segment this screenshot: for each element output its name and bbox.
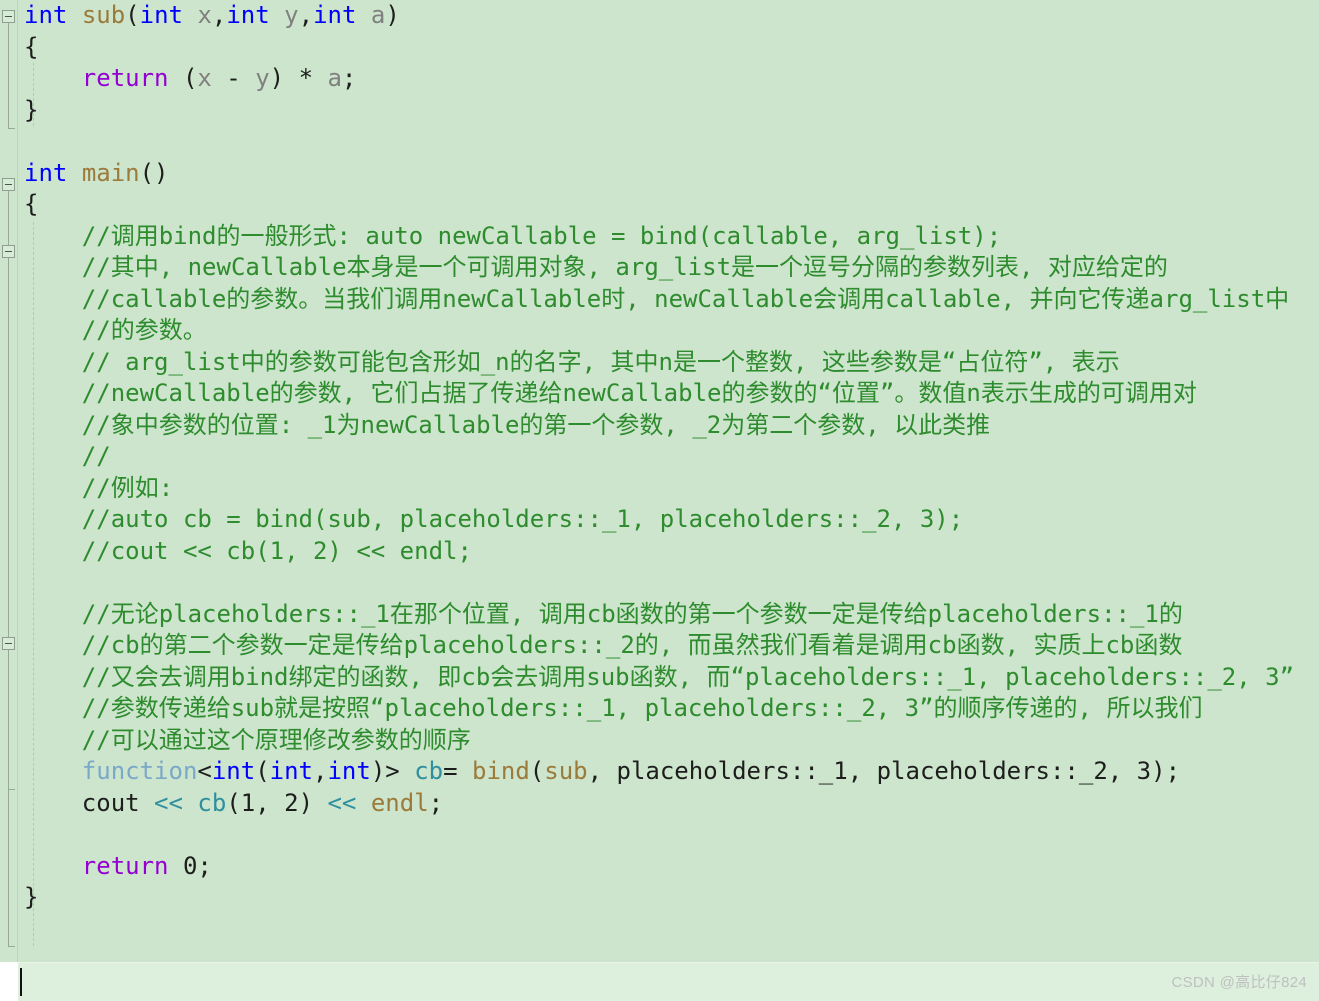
code-line-14[interactable]: //象中参数的位置: _1为newCallable的第一个参数, _2为第二个参… — [0, 410, 1319, 442]
code-line-4[interactable]: } — [0, 95, 1319, 127]
active-line-highlight[interactable] — [18, 962, 1319, 1001]
code-line-27[interactable] — [0, 819, 1319, 851]
token-bind: bind — [472, 757, 530, 785]
token-return: return — [81, 64, 169, 92]
code-line-13[interactable]: //newCallable的参数, 它们占据了传递给newCallable的参数… — [0, 378, 1319, 410]
code-text[interactable]: int sub(int x,int y,int a) { return (x -… — [0, 0, 1319, 914]
code-line-5[interactable] — [0, 126, 1319, 158]
comment-text: // arg_list中的参数可能包含形如_n的名字, 其中n是一个整数, 这些… — [81, 347, 1120, 376]
token-function-name: main — [81, 158, 140, 187]
code-line-22[interactable]: //又会去调用bind绑定的函数, 即cb会去调用sub函数, 而“placeh… — [0, 662, 1319, 694]
code-line-11[interactable]: //的参数。 — [0, 315, 1319, 347]
code-line-10[interactable]: //callable的参数。当我们调用newCallable时, newCall… — [0, 284, 1319, 316]
token-endl: endl — [370, 788, 429, 817]
code-line-2[interactable]: { — [0, 32, 1319, 64]
code-line-8[interactable]: //调用bind的一般形式: auto newCallable = bind(c… — [0, 221, 1319, 253]
fold-toggle-comment-block-2[interactable] — [2, 637, 15, 650]
token-sub: sub — [544, 757, 588, 785]
comment-text: //的参数。 — [81, 316, 207, 344]
fold-end-main — [8, 946, 15, 947]
token-type-function: function — [81, 757, 198, 785]
comment-text: //象中参数的位置: _1为newCallable的第一个参数, _2为第二个参… — [81, 410, 991, 439]
comment-text: //又会去调用bind绑定的函数, 即cb会去调用sub函数, 而“placeh… — [81, 662, 1295, 691]
fold-gutter[interactable] — [0, 0, 18, 962]
comment-text: //无论placeholders::_1在那个位置, 调用cb函数的第一个参数一… — [81, 599, 1183, 628]
fold-toggle-sub[interactable] — [2, 10, 15, 23]
token-stream-op: << — [154, 788, 183, 817]
code-line-15[interactable]: // — [0, 441, 1319, 473]
fold-spine-sub — [8, 22, 9, 128]
token-identifier-cb: cb — [414, 757, 444, 785]
comment-text: //cout << cb(1, 2) << endl; — [81, 536, 472, 565]
token-identifier-cb: cb — [197, 788, 227, 817]
fold-end-sub — [8, 128, 15, 129]
code-line-6[interactable]: int main() — [0, 158, 1319, 190]
token-stream-op: << — [327, 788, 357, 817]
watermark-label: CSDN @高比仔824 — [1171, 974, 1307, 991]
code-line-19[interactable] — [0, 567, 1319, 599]
fold-spine-main — [8, 190, 9, 946]
comment-text: //例如: — [81, 473, 174, 502]
code-line-18[interactable]: //cout << cb(1, 2) << endl; — [0, 536, 1319, 568]
code-line-21[interactable]: //cb的第二个参数一定是传给placeholders::_2的, 而虽然我们看… — [0, 630, 1319, 662]
comment-text: //可以通过这个原理修改参数的顺序 — [81, 725, 471, 754]
comment-text: //其中, newCallable本身是一个可调用对象, arg_list是一个… — [81, 253, 1168, 281]
fold-toggle-main[interactable] — [2, 178, 15, 191]
comment-text: //参数传递给sub就是按照“placeholders::_1, placeho… — [81, 694, 1203, 722]
code-line-20[interactable]: //无论placeholders::_1在那个位置, 调用cb函数的第一个参数一… — [0, 599, 1319, 631]
code-line-1[interactable]: int sub(int x,int y,int a) — [0, 0, 1319, 32]
comment-text: //调用bind的一般形式: auto newCallable = bind(c… — [81, 221, 1002, 250]
code-line-25[interactable]: function<int(int,int)> cb= bind(sub, pla… — [0, 756, 1319, 788]
token-keyword: int — [24, 1, 68, 29]
comment-text: //callable的参数。当我们调用newCallable时, newCall… — [81, 284, 1290, 313]
code-line-29[interactable]: } — [0, 882, 1319, 914]
fold-end-comment-block-2 — [8, 789, 15, 790]
active-line-gutter — [0, 962, 18, 1000]
code-line-26[interactable]: cout << cb(1, 2) << endl; — [0, 788, 1319, 820]
comment-text: // — [81, 442, 111, 470]
code-line-23[interactable]: //参数传递给sub就是按照“placeholders::_1, placeho… — [0, 693, 1319, 725]
token-function-name: sub — [81, 1, 126, 29]
code-line-9[interactable]: //其中, newCallable本身是一个可调用对象, arg_list是一个… — [0, 252, 1319, 284]
code-line-28[interactable]: return 0; — [0, 851, 1319, 883]
comment-text: //auto cb = bind(sub, placeholders::_1, … — [81, 505, 964, 533]
comment-text: //cb的第二个参数一定是传给placeholders::_2的, 而虽然我们看… — [81, 631, 1183, 659]
text-caret — [20, 968, 22, 996]
code-line-12[interactable]: // arg_list中的参数可能包含形如_n的名字, 其中n是一个整数, 这些… — [0, 347, 1319, 379]
comment-text: //newCallable的参数, 它们占据了传递给newCallable的参数… — [81, 379, 1197, 407]
code-line-7[interactable]: { — [0, 189, 1319, 221]
token-return: return — [81, 851, 169, 880]
code-line-3[interactable]: return (x - y) * a; — [0, 63, 1319, 95]
code-line-17[interactable]: //auto cb = bind(sub, placeholders::_1, … — [0, 504, 1319, 536]
code-line-16[interactable]: //例如: — [0, 473, 1319, 505]
fold-toggle-comment-block-1[interactable] — [2, 245, 15, 258]
code-editor[interactable]: int sub(int x,int y,int a) { return (x -… — [0, 0, 1319, 1001]
code-line-24[interactable]: //可以通过这个原理修改参数的顺序 — [0, 725, 1319, 757]
